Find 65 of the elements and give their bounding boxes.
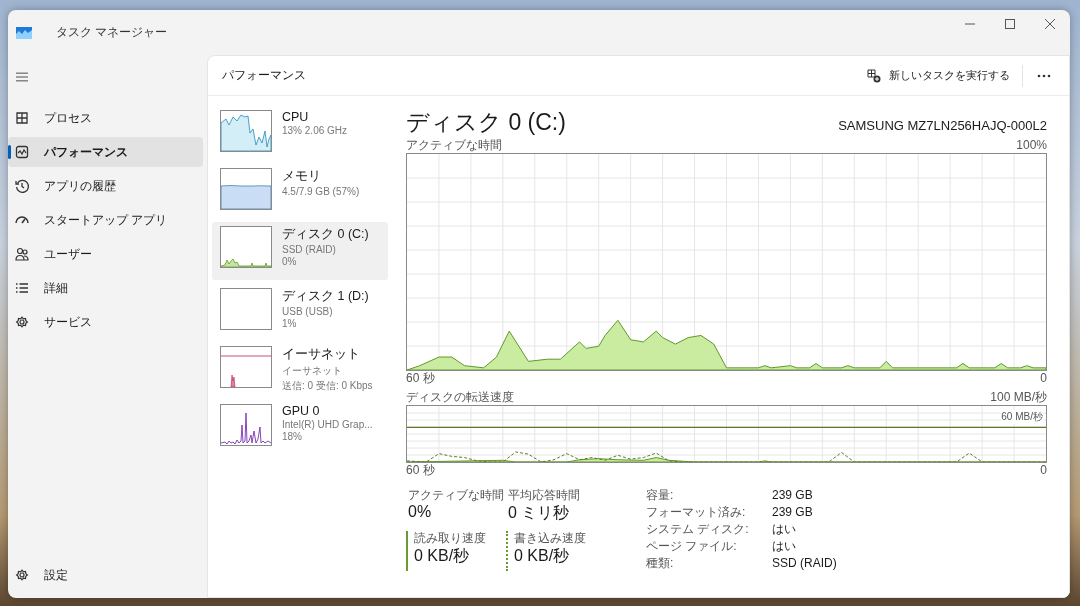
device-item[interactable]: ディスク 0 (C:) SSD (RAID) 0% xyxy=(212,222,388,280)
disk-model: SAMSUNG MZ7LN256HAJQ-000L2 xyxy=(838,118,1047,133)
gear-icon xyxy=(14,314,30,330)
usage-graph xyxy=(220,168,272,210)
usage-graph xyxy=(220,288,272,330)
list-icon xyxy=(14,280,30,296)
stat-label: アクティブな時間 xyxy=(408,488,505,503)
axis-zero-label: 0 xyxy=(1040,463,1047,478)
stat-value: 0% xyxy=(408,503,433,521)
device-item[interactable]: CPU 13% 2.06 GHz xyxy=(212,106,388,160)
property-label: 容量: xyxy=(646,488,675,503)
window-title: タスク マネージャー xyxy=(56,24,169,41)
close-icon xyxy=(1045,19,1055,29)
axis-time-label: 60 秒 xyxy=(406,371,435,386)
property-value: 239 GB xyxy=(772,505,814,520)
device-item[interactable]: メモリ 4.5/7.9 GB (57%) xyxy=(212,164,388,218)
axis-mid-label: 60 MB/秒 xyxy=(1001,410,1043,424)
property-value: はい xyxy=(772,539,797,554)
usage-graph xyxy=(220,226,272,268)
settings-icon xyxy=(14,567,30,583)
sidebar-item[interactable]: アプリの履歴 xyxy=(8,171,203,201)
axis-time-label: 60 秒 xyxy=(406,463,435,478)
device-item[interactable]: イーサネット イーサネット 送信: 0 受信: 0 Kbps xyxy=(212,342,388,396)
sidebar-item[interactable]: プロセス xyxy=(8,103,203,133)
property-value: SSD (RAID) xyxy=(772,556,837,571)
axis-max-label: 100 MB/秒 xyxy=(990,390,1047,405)
chart-label: アクティブな時間 xyxy=(406,138,502,153)
stat-label: 書き込み速度 xyxy=(514,531,587,546)
property-value: はい xyxy=(772,522,797,537)
stat-value: 0 ミリ秒 xyxy=(508,503,571,523)
property-label: フォーマット済み: xyxy=(646,505,747,520)
property-label: 種類: xyxy=(646,556,675,571)
users-icon xyxy=(14,246,30,262)
grid-icon xyxy=(14,110,30,126)
sidebar-item[interactable]: 詳細 xyxy=(8,273,203,303)
usage-graph xyxy=(220,404,272,446)
property-label: システム ディスク: xyxy=(646,522,750,537)
usage-graph xyxy=(220,346,272,388)
more-icon xyxy=(1037,73,1051,78)
stat-value: 0 KB/秒 xyxy=(414,546,471,566)
stat-label: 平均応答時間 xyxy=(508,488,581,503)
stat-label: 読み取り速度 xyxy=(414,531,487,546)
chart-label: ディスクの転送速度 xyxy=(406,390,514,405)
device-item[interactable]: ディスク 1 (D:) USB (USB) 1% xyxy=(212,284,388,338)
chart-icon xyxy=(14,144,30,160)
run-new-task-button[interactable]: 新しいタスクを実行する xyxy=(861,64,1016,87)
sidebar-item[interactable]: スタートアップ アプリ xyxy=(8,205,203,235)
disk-title: ディスク 0 (C:) xyxy=(406,108,566,137)
axis-zero-label: 0 xyxy=(1040,371,1047,386)
sidebar-item[interactable]: ユーザー xyxy=(8,239,203,269)
device-item[interactable]: GPU 0 Intel(R) UHD Grap... 18% xyxy=(212,400,388,454)
settings-item[interactable]: 設定 xyxy=(8,560,203,590)
new-task-icon xyxy=(867,68,881,83)
property-label: ページ ファイル: xyxy=(646,539,738,554)
page-title: パフォーマンス xyxy=(222,67,307,84)
sidebar-item[interactable]: パフォーマンス xyxy=(8,137,203,167)
usage-graph xyxy=(220,110,272,152)
property-value: 239 GB xyxy=(772,488,814,503)
stat-value: 0 KB/秒 xyxy=(514,546,571,566)
menu-icon xyxy=(16,72,28,82)
app-icon xyxy=(16,26,32,39)
sidebar-item[interactable]: サービス xyxy=(8,307,203,337)
maximize-icon xyxy=(1005,19,1015,29)
axis-max-label: 100% xyxy=(1016,138,1047,153)
clock-icon xyxy=(14,178,30,194)
